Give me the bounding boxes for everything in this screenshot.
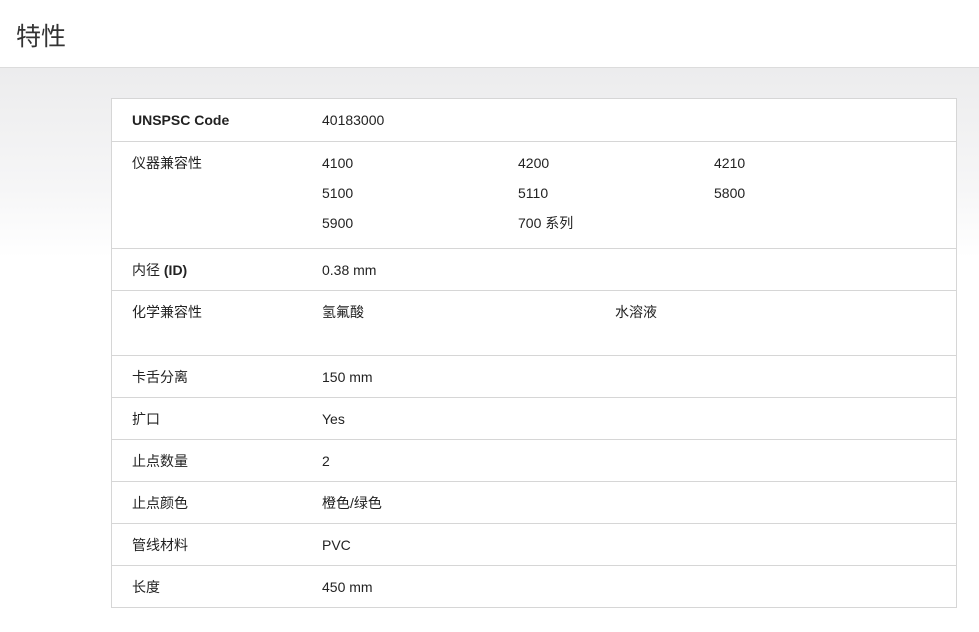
property-value: 450 mm — [322, 578, 373, 595]
page-title: 特性 — [16, 22, 67, 51]
property-row-tubing-material: 管线材料 PVC — [112, 523, 956, 565]
property-value: PVC — [322, 536, 351, 553]
property-label-text: 内径 — [132, 261, 164, 278]
content-area: UNSPSC Code 40183000 仪器兼容性 4100 4200 421… — [0, 68, 979, 632]
instrument-model: 5110 — [518, 185, 549, 201]
property-value-list: 氢氟酸 水溶液 — [322, 291, 956, 321]
property-label-abbr: (ID) — [163, 261, 188, 278]
instrument-model: 4100 — [322, 155, 354, 171]
instrument-model: 4210 — [714, 155, 746, 171]
property-label: 化学兼容性 — [132, 304, 202, 320]
property-row-instrument-compat: 仪器兼容性 4100 4200 4210 5100 5110 5800 5900… — [112, 141, 956, 248]
property-row-inner-diameter: 内径 (ID) 0.38 mm — [112, 248, 956, 290]
property-row-flared: 扩口 Yes — [112, 397, 956, 439]
instrument-model: 700 系列 — [518, 215, 574, 231]
page-header: 特性 — [0, 0, 979, 68]
property-label: 长度 — [132, 578, 160, 595]
property-value: 橙色/绿色 — [322, 494, 382, 511]
property-value: Yes — [322, 410, 345, 427]
property-label: 内径 (ID) — [112, 249, 322, 291]
property-value: 150 mm — [322, 368, 373, 385]
property-label: UNSPSC Code — [132, 112, 230, 128]
property-value-list: 4100 4200 4210 5100 5110 5800 5900 700 系… — [322, 142, 956, 232]
property-label: 止点颜色 — [132, 494, 188, 511]
property-label: 仪器兼容性 — [132, 155, 202, 171]
chemical-item: 水溶液 — [615, 304, 657, 320]
property-row-unspsc: UNSPSC Code 40183000 — [112, 99, 956, 141]
property-label: 扩口 — [132, 410, 160, 427]
property-label: 止点数量 — [132, 452, 188, 469]
chemical-item: 氢氟酸 — [322, 304, 364, 320]
property-label: 管线材料 — [132, 536, 188, 553]
property-row-stop-count: 止点数量 2 — [112, 439, 956, 481]
property-label: 卡舌分离 — [132, 368, 188, 385]
property-row-tab-separation: 卡舌分离 150 mm — [112, 355, 956, 397]
instrument-model: 5800 — [714, 185, 746, 201]
instrument-model: 5100 — [322, 185, 354, 201]
instrument-model: 4200 — [518, 155, 550, 171]
property-value: 2 — [322, 452, 330, 469]
instrument-model: 5900 — [322, 215, 354, 231]
property-row-length: 长度 450 mm — [112, 565, 956, 607]
property-row-stop-color: 止点颜色 橙色/绿色 — [112, 481, 956, 523]
property-row-chem-compat: 化学兼容性 氢氟酸 水溶液 — [112, 290, 956, 355]
property-value: 40183000 — [322, 112, 385, 128]
properties-table: UNSPSC Code 40183000 仪器兼容性 4100 4200 421… — [111, 98, 957, 608]
property-value: 0.38 mm — [322, 261, 377, 278]
